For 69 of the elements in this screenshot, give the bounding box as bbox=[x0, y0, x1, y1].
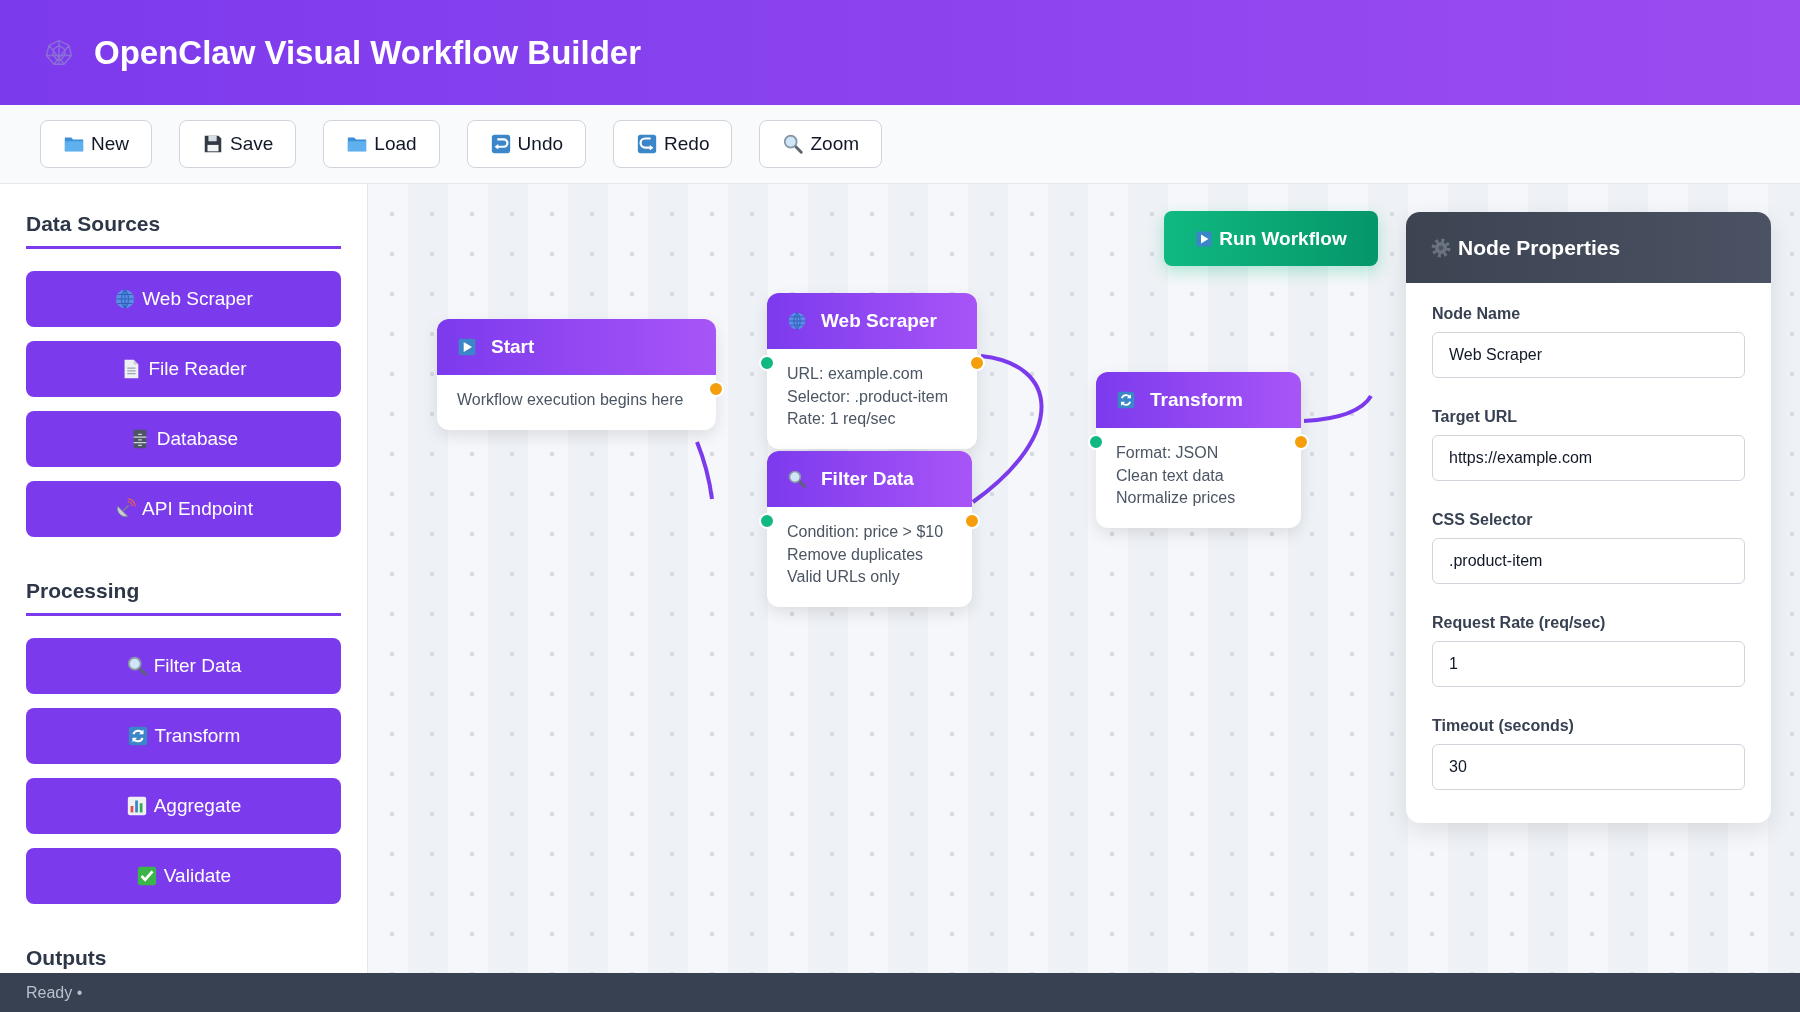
field-label: Node Name bbox=[1432, 305, 1522, 323]
node-palette-button[interactable]: API Endpoint bbox=[26, 481, 341, 537]
satellite-dish-icon bbox=[114, 498, 137, 520]
node-palette-button[interactable]: Transform bbox=[26, 708, 341, 764]
input-port[interactable] bbox=[759, 513, 775, 529]
field-label: Request Rate (req/sec) bbox=[1432, 614, 1607, 632]
node-title: Web Scraper bbox=[821, 310, 937, 332]
search-icon bbox=[782, 133, 805, 155]
globe-icon bbox=[787, 311, 807, 331]
text-field[interactable]: Web Scraper bbox=[1432, 332, 1745, 378]
text-field[interactable]: 1 bbox=[1432, 641, 1745, 687]
toolbar-button[interactable]: Undo bbox=[466, 120, 587, 168]
toolbar-button[interactable]: Zoom bbox=[759, 120, 883, 168]
node-palette-button[interactable]: Aggregate bbox=[26, 778, 341, 834]
node-palette-button[interactable]: Filter Data bbox=[26, 638, 341, 694]
undo-icon bbox=[489, 133, 512, 155]
panel-title: Node Properties bbox=[1458, 235, 1621, 260]
workflow-node[interactable]: Transform Format: JSON Clean text data Normalize prices bbox=[1096, 372, 1301, 528]
text-field[interactable]: .product-item bbox=[1432, 538, 1745, 584]
node-title: Filter Data bbox=[821, 468, 914, 490]
text-field[interactable]: https://example.com bbox=[1432, 435, 1745, 481]
toolbar-button[interactable]: Redo bbox=[613, 120, 733, 168]
node-detail: Selector: .product-item bbox=[787, 386, 949, 407]
section-heading: Processing bbox=[26, 579, 341, 616]
connector bbox=[1303, 394, 1373, 423]
app-title: OpenClaw Visual Workflow Builder bbox=[94, 33, 642, 72]
search-icon bbox=[787, 469, 807, 489]
node-detail: Condition: price > $10 bbox=[787, 522, 945, 542]
toolbar-button[interactable]: Load bbox=[323, 120, 440, 168]
play-icon bbox=[457, 337, 477, 357]
field-label: Timeout (seconds) bbox=[1432, 717, 1575, 735]
globe-icon bbox=[114, 288, 137, 310]
workflow-node[interactable]: Web Scraper URL: example.com Selector: .product-item Rate: 1 req/sec bbox=[767, 293, 977, 449]
toolbar-button[interactable]: New bbox=[40, 120, 152, 168]
redo-icon bbox=[636, 133, 659, 155]
node-detail: Valid URLs only bbox=[787, 567, 901, 587]
spider-web-icon bbox=[44, 37, 74, 68]
refresh-icon bbox=[126, 725, 149, 747]
node-title: Start bbox=[491, 336, 535, 358]
checkmark-icon bbox=[135, 865, 158, 887]
node-detail: Format: JSON bbox=[1116, 443, 1220, 463]
play-icon bbox=[1195, 229, 1214, 248]
connector bbox=[695, 441, 714, 500]
workflow-node[interactable]: Filter Data Condition: price > $10 Remove duplicates Valid URLs only bbox=[767, 451, 972, 607]
input-port[interactable] bbox=[1088, 434, 1104, 450]
node-palette-button[interactable]: Validate bbox=[26, 848, 341, 904]
field-label: CSS Selector bbox=[1432, 511, 1534, 529]
node-detail: Clean text data bbox=[1116, 465, 1225, 486]
node-detail: Normalize prices bbox=[1116, 488, 1237, 508]
node-detail: Workflow execution begins here bbox=[457, 390, 685, 410]
section-heading: Outputs bbox=[26, 946, 108, 970]
toolbar-button[interactable]: Save bbox=[179, 120, 297, 168]
status-text: Ready • bbox=[26, 983, 83, 1002]
node-palette-button[interactable]: File Reader bbox=[26, 341, 341, 397]
node-palette-button[interactable]: Web Scraper bbox=[26, 271, 341, 327]
workflow-node[interactable]: Start Workflow execution begins here bbox=[437, 319, 716, 430]
search-icon bbox=[125, 655, 148, 677]
node-detail: Rate: 1 req/sec bbox=[787, 409, 897, 429]
node-detail: URL: example.com bbox=[787, 364, 925, 384]
bar-chart-icon bbox=[125, 795, 148, 817]
settings-icon bbox=[1430, 236, 1452, 259]
section-heading: Data Sources bbox=[26, 212, 341, 249]
node-title: Transform bbox=[1150, 389, 1243, 411]
input-port[interactable] bbox=[759, 355, 775, 371]
refresh-icon bbox=[1116, 390, 1136, 410]
field-label: Target URL bbox=[1432, 408, 1519, 426]
text-field[interactable]: 30 bbox=[1432, 744, 1745, 790]
node-palette-button[interactable]: Database bbox=[26, 411, 341, 467]
node-detail: Remove duplicates bbox=[787, 544, 925, 565]
